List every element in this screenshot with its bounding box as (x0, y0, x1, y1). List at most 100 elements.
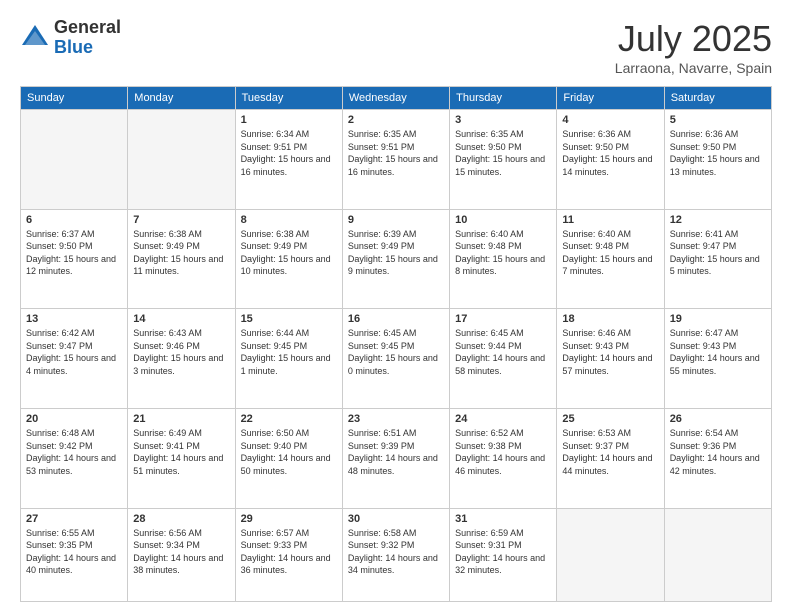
calendar-cell: 20Sunrise: 6:48 AMSunset: 9:42 PMDayligh… (21, 408, 128, 508)
calendar-cell: 6 Sunrise: 6:37 AMSunset: 9:50 PMDaylight… (21, 209, 128, 309)
day-detail: Sunrise: 6:41 AMSunset: 9:47 PMDaylight:… (670, 228, 766, 278)
logo: General Blue (20, 18, 121, 58)
day-detail: Sunrise: 6:57 AMSunset: 9:33 PMDaylight:… (241, 527, 337, 577)
day-detail: Sunrise: 6:40 AMSunset: 9:48 PMDaylight:… (455, 228, 551, 278)
day-detail: Sunrise: 6:38 AMSunset: 9:49 PMDaylight:… (133, 228, 229, 278)
day-detail: Sunrise: 6:43 AMSunset: 9:46 PMDaylight:… (133, 327, 229, 377)
day-number: 20 (26, 413, 122, 425)
day-number: 22 (241, 413, 337, 425)
day-number: 18 (562, 313, 658, 325)
calendar-cell: 31 Sunrise: 6:59 AMSunset: 9:31 PMDayligh… (450, 508, 557, 601)
day-detail: Sunrise: 6:34 AMSunset: 9:51 PMDaylight:… (241, 128, 337, 178)
calendar-cell: 15 Sunrise: 6:44 AMSunset: 9:45 PMDayligh… (235, 309, 342, 409)
calendar-cell: 11 Sunrise: 6:40 AMSunset: 9:48 PMDayligh… (557, 209, 664, 309)
calendar-header-sunday: Sunday (21, 87, 128, 110)
day-number: 14 (133, 313, 229, 325)
day-number: 4 (562, 114, 658, 126)
day-detail: Sunrise: 6:59 AMSunset: 9:31 PMDaylight:… (455, 527, 551, 577)
calendar-cell: 24 Sunrise: 6:52 AMSunset: 9:38 PMDayligh… (450, 408, 557, 508)
calendar-cell (557, 508, 664, 601)
day-detail: Sunrise: 6:45 AMSunset: 9:45 PMDaylight:… (348, 327, 444, 377)
calendar-cell: 17 Sunrise: 6:45 AMSunset: 9:44 PMDayligh… (450, 309, 557, 409)
day-detail: Sunrise: 6:44 AMSunset: 9:45 PMDaylight:… (241, 327, 337, 377)
calendar-week-row: 13 Sunrise: 6:42 AMSunset: 9:47 PMDayligh… (21, 309, 772, 409)
day-number: 12 (670, 214, 766, 226)
day-number: 25 (562, 413, 658, 425)
day-detail: Sunrise: 6:53 AMSunset: 9:37 PMDaylight:… (562, 427, 658, 477)
day-number: 16 (348, 313, 444, 325)
calendar-cell (21, 110, 128, 210)
day-detail: Sunrise: 6:49 AMSunset: 9:41 PMDaylight:… (133, 427, 229, 477)
calendar-cell: 16 Sunrise: 6:45 AMSunset: 9:45 PMDayligh… (342, 309, 449, 409)
logo-icon (20, 23, 50, 53)
calendar-cell: 3 Sunrise: 6:35 AMSunset: 9:50 PMDaylight… (450, 110, 557, 210)
calendar-cell: 8 Sunrise: 6:38 AMSunset: 9:49 PMDaylight… (235, 209, 342, 309)
calendar-header-row: SundayMondayTuesdayWednesdayThursdayFrid… (21, 87, 772, 110)
calendar-cell: 18Sunrise: 6:46 AMSunset: 9:43 PMDayligh… (557, 309, 664, 409)
day-detail: Sunrise: 6:52 AMSunset: 9:38 PMDaylight:… (455, 427, 551, 477)
calendar-week-row: 20Sunrise: 6:48 AMSunset: 9:42 PMDayligh… (21, 408, 772, 508)
calendar-cell: 13 Sunrise: 6:42 AMSunset: 9:47 PMDayligh… (21, 309, 128, 409)
day-number: 5 (670, 114, 766, 126)
title-block: July 2025 Larraona, Navarre, Spain (615, 18, 772, 76)
calendar-cell: 7 Sunrise: 6:38 AMSunset: 9:49 PMDaylight… (128, 209, 235, 309)
day-number: 26 (670, 413, 766, 425)
calendar-week-row: 6 Sunrise: 6:37 AMSunset: 9:50 PMDaylight… (21, 209, 772, 309)
day-number: 15 (241, 313, 337, 325)
calendar-cell: 12 Sunrise: 6:41 AMSunset: 9:47 PMDayligh… (664, 209, 771, 309)
day-number: 30 (348, 513, 444, 525)
day-number: 29 (241, 513, 337, 525)
day-number: 11 (562, 214, 658, 226)
day-detail: Sunrise: 6:37 AMSunset: 9:50 PMDaylight:… (26, 228, 122, 278)
header: General Blue July 2025 Larraona, Navarre… (20, 18, 772, 76)
calendar-cell (664, 508, 771, 601)
day-number: 24 (455, 413, 551, 425)
page: General Blue July 2025 Larraona, Navarre… (0, 0, 792, 612)
logo-blue-text: Blue (54, 38, 121, 58)
calendar-cell: 26 Sunrise: 6:54 AMSunset: 9:36 PMDayligh… (664, 408, 771, 508)
day-detail: Sunrise: 6:36 AMSunset: 9:50 PMDaylight:… (562, 128, 658, 178)
day-detail: Sunrise: 6:38 AMSunset: 9:49 PMDaylight:… (241, 228, 337, 278)
calendar-cell: 10 Sunrise: 6:40 AMSunset: 9:48 PMDayligh… (450, 209, 557, 309)
calendar-cell: 2Sunrise: 6:35 AMSunset: 9:51 PMDaylight… (342, 110, 449, 210)
calendar-cell: 5Sunrise: 6:36 AMSunset: 9:50 PMDaylight… (664, 110, 771, 210)
location: Larraona, Navarre, Spain (615, 60, 772, 76)
day-number: 6 (26, 214, 122, 226)
calendar-cell: 29 Sunrise: 6:57 AMSunset: 9:33 PMDayligh… (235, 508, 342, 601)
calendar-cell: 19Sunrise: 6:47 AMSunset: 9:43 PMDayligh… (664, 309, 771, 409)
day-number: 9 (348, 214, 444, 226)
day-detail: Sunrise: 6:40 AMSunset: 9:48 PMDaylight:… (562, 228, 658, 278)
calendar-header-monday: Monday (128, 87, 235, 110)
calendar-cell: 4 Sunrise: 6:36 AMSunset: 9:50 PMDaylight… (557, 110, 664, 210)
day-detail: Sunrise: 6:35 AMSunset: 9:51 PMDaylight:… (348, 128, 444, 178)
day-detail: Sunrise: 6:50 AMSunset: 9:40 PMDaylight:… (241, 427, 337, 477)
calendar-header-thursday: Thursday (450, 87, 557, 110)
calendar-cell: 9Sunrise: 6:39 AMSunset: 9:49 PMDaylight… (342, 209, 449, 309)
day-number: 21 (133, 413, 229, 425)
calendar-header-friday: Friday (557, 87, 664, 110)
calendar-table: SundayMondayTuesdayWednesdayThursdayFrid… (20, 86, 772, 602)
logo-general-text: General (54, 18, 121, 38)
day-number: 8 (241, 214, 337, 226)
day-detail: Sunrise: 6:35 AMSunset: 9:50 PMDaylight:… (455, 128, 551, 178)
day-detail: Sunrise: 6:54 AMSunset: 9:36 PMDaylight:… (670, 427, 766, 477)
day-number: 7 (133, 214, 229, 226)
calendar-cell: 28 Sunrise: 6:56 AMSunset: 9:34 PMDayligh… (128, 508, 235, 601)
day-detail: Sunrise: 6:42 AMSunset: 9:47 PMDaylight:… (26, 327, 122, 377)
day-number: 28 (133, 513, 229, 525)
day-number: 10 (455, 214, 551, 226)
day-detail: Sunrise: 6:51 AMSunset: 9:39 PMDaylight:… (348, 427, 444, 477)
month-title: July 2025 (615, 18, 772, 60)
calendar-week-row: 27Sunrise: 6:55 AMSunset: 9:35 PMDayligh… (21, 508, 772, 601)
calendar-cell: 14 Sunrise: 6:43 AMSunset: 9:46 PMDayligh… (128, 309, 235, 409)
day-number: 23 (348, 413, 444, 425)
day-detail: Sunrise: 6:56 AMSunset: 9:34 PMDaylight:… (133, 527, 229, 577)
logo-text: General Blue (54, 18, 121, 58)
day-detail: Sunrise: 6:55 AMSunset: 9:35 PMDaylight:… (26, 527, 122, 577)
day-number: 17 (455, 313, 551, 325)
day-detail: Sunrise: 6:45 AMSunset: 9:44 PMDaylight:… (455, 327, 551, 377)
day-number: 31 (455, 513, 551, 525)
day-detail: Sunrise: 6:58 AMSunset: 9:32 PMDaylight:… (348, 527, 444, 577)
day-number: 13 (26, 313, 122, 325)
day-number: 3 (455, 114, 551, 126)
